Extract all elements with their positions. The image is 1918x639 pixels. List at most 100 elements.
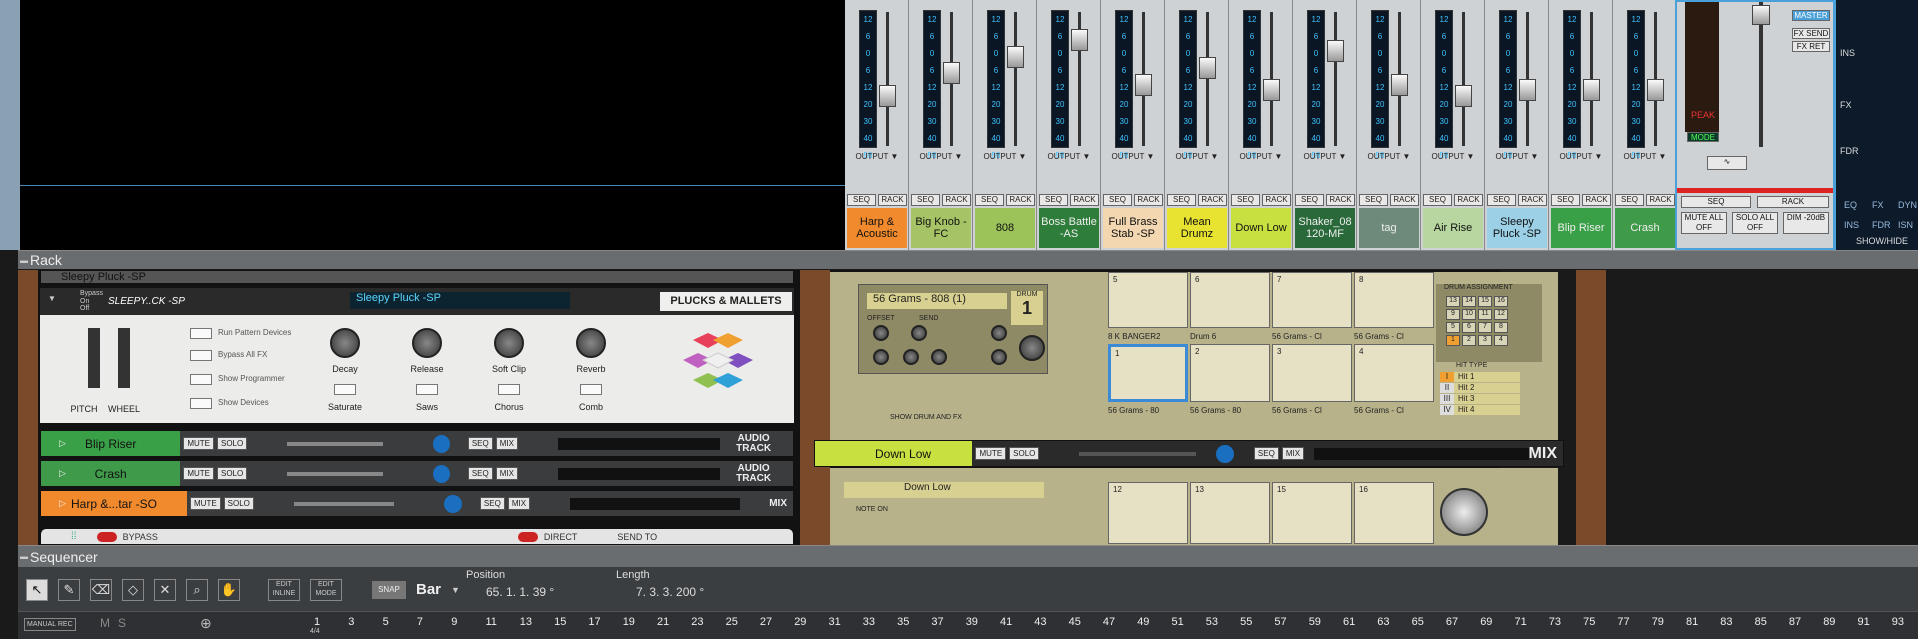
down-low-pan-knob[interactable] xyxy=(1216,444,1234,463)
magnify-tool-icon[interactable]: ⌕ xyxy=(186,578,208,601)
down-low-seq-button[interactable]: SEQ xyxy=(1253,447,1279,460)
fx-ret-button[interactable]: FX RET xyxy=(1792,41,1830,52)
m-button[interactable]: M xyxy=(100,616,110,630)
option-box-1[interactable] xyxy=(190,328,212,339)
mix-button[interactable]: MIX xyxy=(507,497,531,510)
seq-button[interactable]: SEQ xyxy=(1039,194,1068,206)
solo-button[interactable]: SOLO xyxy=(223,497,254,510)
seq-button[interactable]: SEQ xyxy=(1167,194,1196,206)
assign-cell[interactable]: 16 xyxy=(1494,296,1508,307)
kong-pan-knob[interactable] xyxy=(991,325,1007,341)
output-select[interactable]: OUTPUT ▼ xyxy=(1553,152,1609,164)
show-btn-1[interactable]: EQ xyxy=(1844,200,1857,210)
mute-tool-icon[interactable]: ✕ xyxy=(154,578,176,601)
seq-button[interactable]: SEQ xyxy=(847,194,876,206)
collapse-icon[interactable]: ▬ xyxy=(20,256,28,265)
channel-fader[interactable] xyxy=(1583,79,1600,102)
channel-fader[interactable] xyxy=(1519,79,1536,102)
select-tool-icon[interactable]: ↖ xyxy=(26,578,48,601)
kong-patch-display[interactable]: 56 Grams - 808 (1) xyxy=(867,293,1007,309)
channel-name[interactable]: Blip Riser xyxy=(1551,208,1611,248)
direct-led[interactable] xyxy=(517,531,538,542)
seq-button[interactable]: SEQ xyxy=(1487,194,1516,206)
mute-button[interactable]: MUTE xyxy=(190,497,221,510)
channel-fader[interactable] xyxy=(1135,73,1152,96)
rack-button[interactable]: RACK xyxy=(1070,194,1099,206)
rack-button[interactable]: RACK xyxy=(1134,194,1163,206)
device-short-name[interactable]: SLEEPY..CK -SP xyxy=(108,296,185,307)
seq-button[interactable]: SEQ xyxy=(1295,194,1324,206)
assign-cell[interactable]: 9 xyxy=(1446,309,1460,320)
show-btn-2[interactable]: FX xyxy=(1872,200,1884,210)
down-low-pad[interactable]: 15 xyxy=(1272,482,1352,544)
seq-button[interactable]: SEQ xyxy=(1615,194,1644,206)
channel-name[interactable]: 808 xyxy=(975,208,1035,248)
output-select[interactable]: OUTPUT ▼ xyxy=(1041,152,1097,164)
assign-cell[interactable]: 1 xyxy=(1446,335,1460,346)
channel-name[interactable]: Full Brass Stab -SP xyxy=(1103,208,1163,248)
rack-button[interactable]: RACK xyxy=(1326,194,1355,206)
hit-type-row[interactable]: III Hit 3 xyxy=(1440,394,1520,404)
output-select[interactable]: OUTPUT ▼ xyxy=(1169,152,1225,164)
channel-fader[interactable] xyxy=(943,62,960,85)
reverb-knob[interactable] xyxy=(576,328,606,358)
option-box-2[interactable] xyxy=(190,350,212,361)
down-low-patch[interactable]: Down Low xyxy=(844,482,1044,498)
rack-button[interactable]: RACK xyxy=(1646,194,1675,206)
pan-knob[interactable] xyxy=(432,434,450,453)
drum-pad[interactable]: 7 xyxy=(1272,272,1352,328)
channel-name[interactable]: Air Rise xyxy=(1423,208,1483,248)
manual-rec-button[interactable]: MANUAL REC xyxy=(24,618,76,631)
channel-name[interactable]: Crash xyxy=(1615,208,1675,248)
snap-value[interactable]: Bar xyxy=(416,581,441,598)
seq-button[interactable]: SEQ xyxy=(1551,194,1580,206)
master-fader[interactable] xyxy=(1752,5,1770,25)
show-btn-5[interactable]: FDR xyxy=(1872,220,1891,230)
length-value[interactable]: 7. 3. 3. 200 ° xyxy=(636,585,704,599)
mute-button[interactable]: MUTE xyxy=(183,437,214,450)
rack-button[interactable]: RACK xyxy=(1454,194,1483,206)
comb-switch[interactable] xyxy=(580,384,602,395)
sequencer-header-bar[interactable]: ▬ Sequencer xyxy=(18,545,1918,567)
show-drum-fx-label[interactable]: SHOW DRUM AND FX xyxy=(890,414,962,421)
pan-knob[interactable] xyxy=(432,464,450,483)
down-low-pad[interactable]: 16 xyxy=(1354,482,1434,544)
assign-cell[interactable]: 14 xyxy=(1462,296,1476,307)
add-track-icon[interactable]: ⊕ xyxy=(200,615,212,632)
output-select[interactable]: OUTPUT ▼ xyxy=(977,152,1033,164)
rack-button[interactable]: RACK xyxy=(1390,194,1419,206)
output-select[interactable]: OUTPUT ▼ xyxy=(913,152,969,164)
expand-arrow-icon[interactable]: ▷ xyxy=(59,468,66,479)
down-low-pad[interactable]: 12 xyxy=(1108,482,1188,544)
output-select[interactable]: OUTPUT ▼ xyxy=(1489,152,1545,164)
kong-pitch-knob[interactable] xyxy=(873,325,889,341)
drum-pad[interactable]: 3 xyxy=(1272,344,1352,402)
kong-aux2-knob[interactable] xyxy=(931,349,947,365)
soft-clip-knob[interactable] xyxy=(494,328,524,358)
snap-button[interactable]: SNAP xyxy=(372,580,406,599)
assign-cell[interactable]: 8 xyxy=(1494,322,1508,333)
chorus-switch[interactable] xyxy=(498,384,520,395)
solo-button[interactable]: SOLO xyxy=(217,467,248,480)
master-insert-icon[interactable]: ∿ xyxy=(1707,156,1747,170)
seq-button[interactable]: SEQ xyxy=(1359,194,1388,206)
rack-button[interactable]: RACK xyxy=(1262,194,1291,206)
position-value[interactable]: 65. 1. 1. 39 ° xyxy=(486,585,554,599)
mix-button[interactable]: MIX xyxy=(495,467,518,480)
dim-button[interactable]: DIM -20dB xyxy=(1783,212,1829,234)
rack-button[interactable]: RACK xyxy=(1518,194,1547,206)
seq-button[interactable]: SEQ xyxy=(975,194,1004,206)
edit-inline-button[interactable]: EDIT INLINE xyxy=(268,578,300,601)
drum-pad[interactable]: 5 xyxy=(1108,272,1188,328)
rack-button[interactable]: RACK xyxy=(942,194,971,206)
solo-button[interactable]: SOLO xyxy=(217,437,248,450)
rack-button[interactable]: RACK xyxy=(1582,194,1611,206)
saturate-switch[interactable] xyxy=(334,384,356,395)
assign-cell[interactable]: 7 xyxy=(1478,322,1492,333)
assign-cell[interactable]: 11 xyxy=(1478,309,1492,320)
down-low-pad[interactable]: 13 xyxy=(1190,482,1270,544)
output-select[interactable]: OUTPUT ▼ xyxy=(1233,152,1289,164)
rack-button[interactable]: RACK xyxy=(1006,194,1035,206)
edit-mode-button[interactable]: EDIT MODE xyxy=(310,578,342,601)
seq-button[interactable]: SEQ xyxy=(911,194,940,206)
